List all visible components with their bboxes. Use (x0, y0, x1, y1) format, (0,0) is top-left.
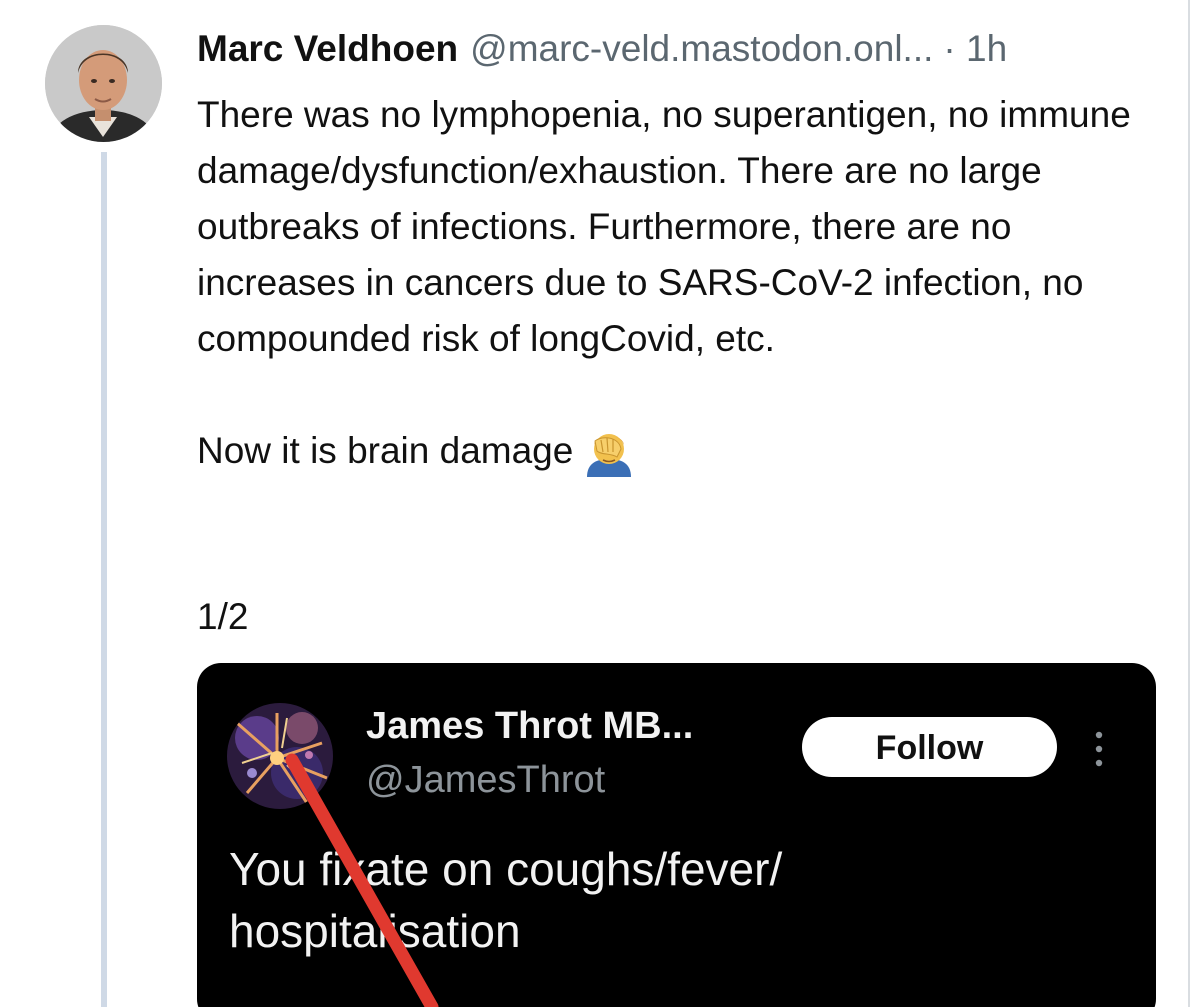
thread-counter: 1/2 (197, 596, 249, 637)
facepalm-emoji-icon (581, 427, 637, 477)
embed-post-text: You fixate on coughs/fever/ hospitalisat… (229, 838, 1129, 962)
author-avatar[interactable] (45, 25, 162, 142)
neuron-image (227, 703, 333, 809)
embed-text-line-1: You fixate on coughs/fever/ (229, 843, 783, 895)
post-paragraph-2: Now it is brain damage (197, 430, 574, 471)
post-timestamp[interactable]: · 1h (943, 28, 1007, 69)
post-body: There was no lymphopenia, no superantige… (197, 87, 1167, 479)
embed-follow-button: Follow (802, 717, 1057, 777)
post-header: Marc Veldhoen @marc-veld.mastodon.onl... ·… (197, 24, 1007, 74)
embed-author-handle: @JamesThrot (366, 759, 606, 801)
author-handle[interactable]: @marc-veld.mastodon.onl... (470, 28, 933, 69)
column-border (1188, 0, 1190, 1007)
post-paragraph-2-line: Now it is brain damage (197, 423, 1167, 479)
thread-connector-line (101, 152, 107, 1007)
more-options-icon (1092, 729, 1106, 769)
embed-text-line-2: hospitalisation (229, 905, 521, 957)
post-paragraph-1: There was no lymphopenia, no superantige… (197, 94, 1131, 359)
embed-author-name: James Throt MB... (366, 705, 694, 747)
post-card: Marc Veldhoen @marc-veld.mastodon.onl... ·… (0, 0, 1200, 1007)
author-name[interactable]: Marc Veldhoen (197, 28, 458, 69)
author-avatar-photo (45, 25, 162, 142)
embedded-screenshot[interactable]: James Throt MB... @JamesThrot Follow You… (197, 663, 1156, 1007)
embed-author-avatar (227, 703, 333, 809)
